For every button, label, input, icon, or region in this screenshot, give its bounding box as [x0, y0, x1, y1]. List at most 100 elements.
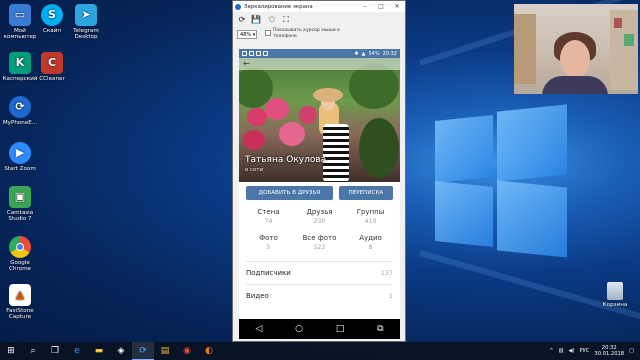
message-button[interactable]: ПЕРЕПИСКА [338, 186, 393, 200]
android-nav-bar: ◁ ○ □ ⧉ [239, 319, 400, 339]
profile-online-status: в сети [245, 167, 264, 173]
window-title-bar[interactable]: Зеркалирование экрана – □ ✕ [233, 1, 405, 12]
language-indicator[interactable]: РУС [579, 348, 589, 354]
myphoneexplorer-icon: ⟳ [9, 96, 31, 118]
notification-icon [263, 51, 268, 56]
myphoneexplorer-taskbar-icon[interactable]: ⟳ [132, 342, 154, 360]
edge-icon[interactable]: e [66, 342, 88, 360]
home-circle-icon[interactable]: ○ [295, 324, 303, 334]
phone-screen: ✱ ▲ 54% 20:32 ← Татьяна Окулова в сети Д… [239, 49, 400, 339]
desktop-icon-myphoneexplorer[interactable]: ⟳ MyPhoneE... [0, 96, 40, 126]
back-triangle-icon[interactable]: ◁ [255, 324, 262, 334]
hat [313, 88, 343, 102]
toolbar: ⟳ 💾 ⏻ ⛶ 48% ▾ Показывать курсор мыши в т… [233, 12, 405, 42]
row-label: Подписчики [246, 269, 291, 277]
desktop-icon-label: Start Zoom [4, 166, 36, 172]
volume-icon[interactable]: ◀) [568, 348, 574, 354]
desktop-icon-camtasia[interactable]: ▣ Camtasia Studio 7 [0, 186, 40, 222]
desktop-icon-zoom[interactable]: ▶ Start Zoom [0, 142, 40, 172]
close-button[interactable]: ✕ [389, 3, 405, 10]
maximize-button[interactable]: □ [373, 3, 389, 10]
zoom-select[interactable]: 48% ▾ [237, 30, 257, 39]
explorer-folder-icon[interactable]: ▬ [88, 342, 110, 360]
profile-cover-photo: ← Татьяна Окулова в сети [239, 58, 400, 182]
screen-cast-icon[interactable]: ⧉ [377, 324, 383, 334]
row-followers[interactable]: Подписчики 137 [239, 266, 400, 280]
stat-friends[interactable]: Друзья 230 [294, 208, 345, 225]
signal-icon: ▲ [361, 50, 366, 57]
show-cursor-label: Показывать курсор мыши в телефоне [273, 28, 340, 39]
back-arrow-icon[interactable]: ← [243, 59, 250, 68]
notification-icon [249, 51, 254, 56]
stat-all-photos[interactable]: Все фото 522 [294, 234, 345, 251]
row-videos[interactable]: Видео 1 [239, 289, 400, 303]
faststone-capture-icon: ▲ [9, 284, 31, 306]
system-tray: ^ ▥ ◀) РУС 20:32 30.01.2018 ▢ [549, 345, 640, 358]
start-button[interactable]: ⊞ [0, 342, 22, 360]
desktop-icon-label: MyPhoneE... [2, 120, 38, 126]
stat-wall[interactable]: Стена 74 [243, 208, 294, 225]
desktop-icon-label: Camtasia Studio 7 [6, 210, 34, 223]
stat-audio[interactable]: Аудио 8 [345, 234, 396, 251]
desktop-icon-label: FastStone Capture [6, 308, 34, 321]
ccleaner-icon: C [41, 52, 63, 74]
windows-logo-pane-tl [435, 114, 493, 184]
desktop-icon-recycle-bin[interactable]: Корзина [600, 282, 630, 308]
add-friend-button[interactable]: ДОБАВИТЬ В ДРУЗЬЯ [246, 186, 333, 200]
save-icon[interactable]: 💾 [251, 15, 261, 25]
desktop-icon-label: CCleaner [39, 76, 65, 82]
show-cursor-checkbox[interactable] [265, 30, 271, 36]
battery-level: 54% [368, 50, 380, 57]
task-view-icon[interactable]: ❐ [44, 342, 66, 360]
chrome-icon [9, 236, 31, 258]
taskbar-clock[interactable]: 20:32 30.01.2018 [594, 345, 624, 358]
stat-groups[interactable]: Группы 410 [345, 208, 396, 225]
row-value: 1 [388, 292, 393, 300]
desktop-icon-ccleaner[interactable]: C CCleaner [32, 52, 72, 82]
app-icon [235, 3, 241, 10]
mirror-window[interactable]: Зеркалирование экрана – □ ✕ ⟳ 💾 ⏻ ⛶ 48% … [232, 0, 406, 342]
desktop-icon-label: Telegram Desktop [73, 28, 99, 41]
desktop-icon-telegram[interactable]: ➤ Telegram Desktop [66, 4, 106, 40]
app-taskbar-icon[interactable]: ◐ [198, 342, 220, 360]
refresh-icon[interactable]: ⟳ [237, 15, 247, 25]
telegram-icon: ➤ [75, 4, 97, 26]
desktop-icon-faststone[interactable]: ▲ FastStone Capture [0, 284, 40, 320]
windows-logo-pane-bl [435, 180, 493, 248]
stat-photos[interactable]: Фото 5 [243, 234, 294, 251]
chrome-taskbar-icon[interactable]: ◉ [176, 342, 198, 360]
folder-taskbar-icon[interactable]: ▤ [154, 342, 176, 360]
status-time: 20:32 [382, 50, 397, 57]
zoom-camera-icon: ▶ [9, 142, 31, 164]
kaspersky-icon: K [9, 52, 31, 74]
computer-icon: ▭ [9, 4, 31, 26]
clock-date: 30.01.2018 [594, 351, 625, 357]
windows-logo-pane-tr [497, 104, 567, 182]
desktop-icon-chrome[interactable]: Google Chrome [0, 236, 40, 272]
bluetooth-icon: ✱ [354, 50, 359, 57]
recycle-bin-icon [607, 282, 623, 300]
profile-stats: Стена 74 Друзья 230 Группы 410 Фото 5 Все фо… [239, 200, 400, 251]
camtasia-icon: ▣ [9, 186, 31, 208]
windows-logo-pane-br [497, 180, 567, 258]
desktop-icon-label: Скайп [42, 28, 61, 34]
power-icon[interactable]: ⏻ [267, 15, 277, 25]
fullscreen-icon[interactable]: ⛶ [281, 15, 291, 25]
skype-icon: S [41, 4, 63, 26]
notifications-icon[interactable]: ▢ [629, 348, 634, 354]
tray-up-arrow-icon[interactable]: ^ [549, 348, 553, 354]
notification-icon [256, 51, 261, 56]
recents-square-icon[interactable]: □ [336, 324, 345, 334]
window-title: Зеркалирование экрана [244, 3, 313, 10]
row-label: Видео [246, 292, 269, 300]
minimize-button[interactable]: – [357, 3, 373, 10]
desktop-icon-label: Google Chrome [9, 260, 31, 273]
status-bar: ✱ ▲ 54% 20:32 [239, 49, 400, 58]
search-icon[interactable]: ⌕ [22, 342, 44, 360]
store-icon[interactable]: ◈ [110, 342, 132, 360]
webcam-overlay [514, 4, 638, 94]
profile-name: Татьяна Окулова [245, 155, 327, 165]
row-value: 137 [380, 269, 393, 277]
network-icon[interactable]: ▥ [559, 348, 564, 354]
taskbar: ⊞ ⌕ ❐ e ▬ ◈ ⟳ ▤ ◉ ◐ ^ ▥ ◀) РУС 20:32 30.… [0, 342, 640, 360]
